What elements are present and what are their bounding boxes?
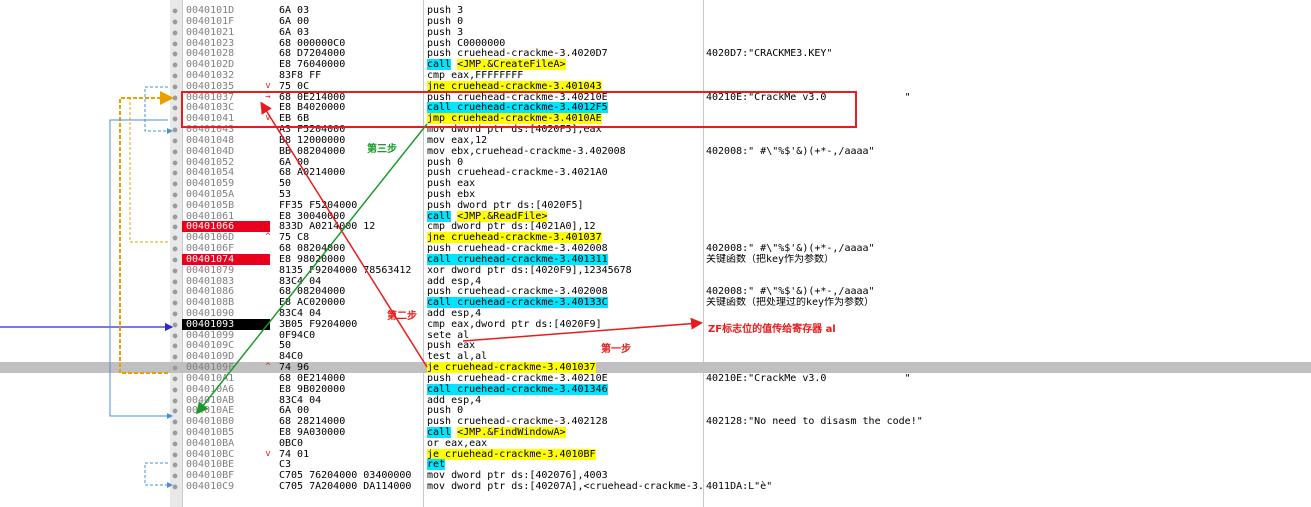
- step3-label: 第三步: [367, 144, 397, 155]
- zf-note-label: ZF标志位的值传给寄存器 al: [708, 324, 836, 335]
- step2-label: 第二步: [387, 311, 417, 322]
- jump-line-je-4010bf: [144, 462, 173, 488]
- step1-arrow: [462, 317, 703, 342]
- jump-line-je-401037: [119, 91, 174, 374]
- step3-arrow: [196, 123, 428, 415]
- jump-line-jne-401043: [144, 86, 173, 134]
- annotation-overlay: [0, 86, 857, 488]
- highlight-box: [181, 91, 857, 128]
- step1-label: 第一步: [601, 344, 631, 355]
- step2-arrow: [260, 101, 428, 368]
